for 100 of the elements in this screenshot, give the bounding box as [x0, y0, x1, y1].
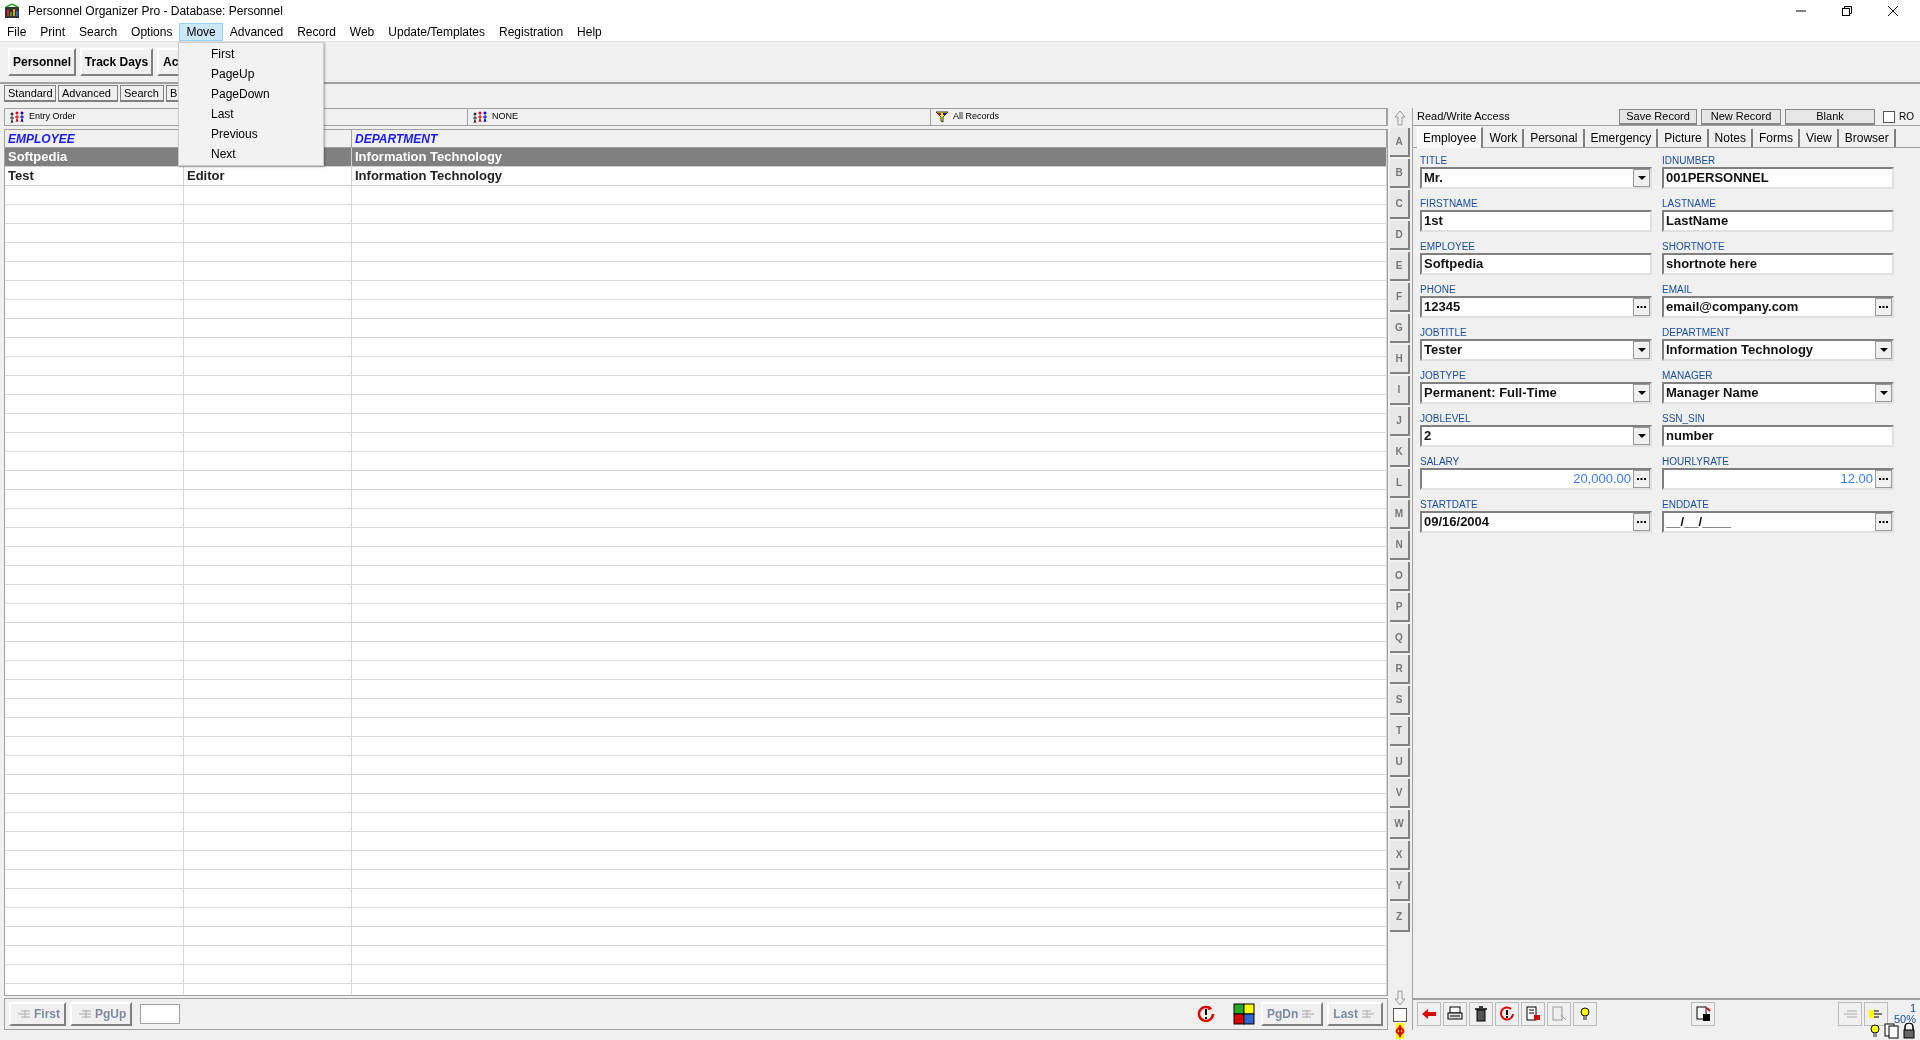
toolbar-icon-button[interactable]: [1573, 1002, 1597, 1026]
dropdown-field[interactable]: 2: [1420, 425, 1652, 447]
menu-item[interactable]: Print: [33, 22, 73, 41]
menu-entry[interactable]: First: [179, 44, 323, 64]
menu-item[interactable]: Search: [72, 22, 125, 41]
letter-button[interactable]: N: [1390, 531, 1410, 560]
input-field[interactable]: __/__/____: [1662, 511, 1894, 533]
letter-button[interactable]: G: [1390, 314, 1410, 343]
letter-button[interactable]: I: [1390, 376, 1410, 405]
sort-label: All Records: [953, 110, 999, 124]
caret-icon: [1637, 348, 1646, 352]
save-document-icon: [1694, 1005, 1712, 1023]
toolbar-button[interactable]: Track Days: [80, 48, 153, 76]
input-field[interactable]: 001PERSONNEL: [1662, 167, 1894, 189]
letter-button[interactable]: R: [1390, 655, 1410, 684]
letter-button[interactable]: S: [1390, 686, 1410, 715]
people-icon: [9, 111, 25, 123]
letter-button[interactable]: L: [1390, 469, 1410, 498]
record-tab[interactable]: Personal: [1525, 129, 1585, 147]
record-number-field[interactable]: [140, 1004, 181, 1024]
letter-button[interactable]: F: [1390, 283, 1410, 312]
input-field[interactable]: 1st: [1420, 210, 1652, 232]
record-tab[interactable]: Employee: [1417, 127, 1484, 148]
menu-entry[interactable]: PageUp: [179, 64, 323, 84]
record-tab[interactable]: Picture: [1659, 129, 1709, 147]
letter-button[interactable]: E: [1390, 252, 1410, 281]
document-icon: [1524, 1005, 1542, 1023]
menu-item[interactable]: Options: [124, 22, 180, 41]
menu-item[interactable]: Update/Templates: [381, 22, 493, 41]
letter-button[interactable]: C: [1390, 190, 1410, 219]
dropdown-field[interactable]: Mr.: [1420, 167, 1652, 189]
letter-button[interactable]: Z: [1390, 903, 1410, 932]
letter-button[interactable]: W: [1390, 810, 1410, 839]
letter-button[interactable]: D: [1390, 221, 1410, 250]
dropdown-field[interactable]: Information Technology: [1662, 339, 1894, 361]
letter-button[interactable]: H: [1390, 345, 1410, 374]
input-field[interactable]: 20,000.00: [1420, 468, 1652, 490]
toolbar-button[interactable]: Personnel: [8, 48, 76, 76]
letter-button[interactable]: O: [1390, 562, 1410, 591]
column-header: DEPARTMENT: [355, 130, 438, 148]
letter-button[interactable]: J: [1390, 407, 1410, 436]
record-tab[interactable]: Emergency: [1585, 129, 1659, 147]
menu-item[interactable]: Registration: [492, 22, 571, 41]
blocks-icon[interactable]: [1232, 1003, 1255, 1025]
splitter-icon[interactable]: [1394, 1023, 1406, 1039]
input-field[interactable]: 12345: [1420, 296, 1652, 318]
mode-tab[interactable]: Search: [120, 85, 164, 102]
letter-button[interactable]: M: [1390, 500, 1410, 529]
menu-item[interactable]: Move: [179, 22, 223, 41]
input-field[interactable]: number: [1662, 425, 1894, 447]
record-button[interactable]: Save Record: [1619, 108, 1697, 125]
refresh-alert-icon: [1498, 1005, 1516, 1023]
input-field[interactable]: LastName: [1662, 210, 1894, 232]
letter-button[interactable]: A: [1390, 128, 1410, 157]
letter-button[interactable]: Y: [1390, 872, 1410, 901]
record-tab[interactable]: Forms: [1753, 129, 1800, 147]
input-field[interactable]: 12.00: [1662, 468, 1894, 490]
checkbox[interactable]: [1393, 1008, 1407, 1022]
letter-button[interactable]: P: [1390, 593, 1410, 622]
refresh-alert-icon[interactable]: [1196, 1005, 1215, 1023]
toolbar-icon-button[interactable]: [1443, 1002, 1467, 1026]
menu-entry[interactable]: Previous: [179, 124, 323, 144]
record-tab[interactable]: Work: [1484, 129, 1525, 147]
menu-entry[interactable]: Last: [179, 104, 323, 124]
dropdown-field[interactable]: Manager Name: [1662, 382, 1894, 404]
people-icon: [472, 111, 488, 123]
toolbar-icon-button[interactable]: [1691, 1002, 1715, 1026]
letter-button[interactable]: K: [1390, 438, 1410, 467]
toolbar-icon-button[interactable]: [1469, 1002, 1493, 1026]
mode-tab[interactable]: Standard: [4, 85, 56, 102]
menu-entry[interactable]: PageDown: [179, 84, 323, 104]
sort-label: Entry Order: [29, 110, 76, 124]
input-field[interactable]: 09/16/2004: [1420, 511, 1652, 533]
input-field[interactable]: email@company.com: [1662, 296, 1894, 318]
mode-tab[interactable]: Advanced: [58, 85, 118, 102]
table-row[interactable]: Test Editor Information Technology: [5, 167, 1387, 186]
record-button[interactable]: New Record: [1701, 108, 1781, 125]
menu-item[interactable]: Advanced: [222, 22, 291, 41]
field-label: STARTDATE: [1420, 498, 1479, 511]
letter-button[interactable]: Q: [1390, 624, 1410, 653]
menu-item[interactable]: Help: [570, 22, 609, 41]
menu-item[interactable]: File: [0, 22, 34, 41]
letter-button[interactable]: U: [1390, 748, 1410, 777]
record-tab[interactable]: Notes: [1709, 129, 1753, 147]
letter-button[interactable]: B: [1390, 159, 1410, 188]
record-tab[interactable]: Browser: [1839, 129, 1896, 147]
menu-item[interactable]: Web: [342, 22, 382, 41]
input-field[interactable]: Softpedia: [1420, 253, 1652, 275]
checkbox[interactable]: [1883, 110, 1895, 123]
letter-button[interactable]: V: [1390, 779, 1410, 808]
field-label: JOBLEVEL: [1420, 412, 1472, 425]
dropdown-field[interactable]: Permanent: Full-Time: [1420, 382, 1652, 404]
toolbar-icon-button[interactable]: [1495, 1002, 1519, 1026]
record-tab[interactable]: View: [1800, 129, 1839, 147]
record-button[interactable]: Blank: [1785, 108, 1875, 125]
letter-button[interactable]: T: [1390, 717, 1410, 746]
menu-item[interactable]: Record: [290, 22, 343, 41]
dropdown-field[interactable]: Tester: [1420, 339, 1652, 361]
letter-button[interactable]: X: [1390, 841, 1410, 870]
input-field[interactable]: shortnote here: [1662, 253, 1894, 275]
